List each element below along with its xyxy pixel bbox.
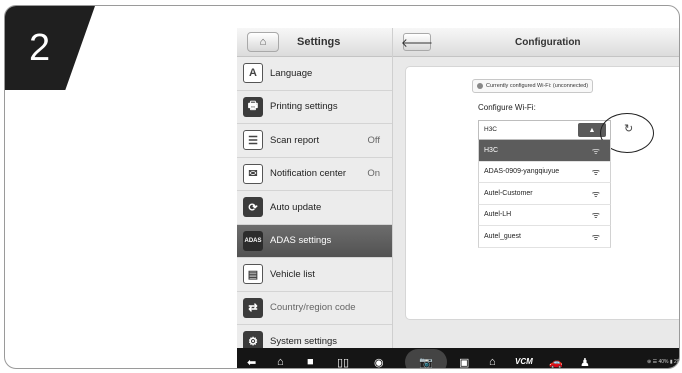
settings-item-label: System settings [270,335,338,347]
wifi-dropdown-list: H3C ᯤ ADAS-0909-yangqiuyue ᯤ Autel-Custo… [478,140,611,248]
settings-item-adas[interactable]: ADAS ADAS settings [237,224,392,258]
refresh-icon[interactable]: ↻ [624,122,633,135]
settings-item-scan-report[interactable]: ☰ Scan report Off [237,124,392,158]
wifi-option-label: H3C [484,146,499,154]
screen-record-icon[interactable]: ▣ [459,356,469,369]
settings-item-label: Notification center [270,168,347,180]
settings-item-value: On [367,168,380,180]
wifi-option[interactable]: Autel-LH ᯤ [478,204,611,226]
wifi-option[interactable]: Autel_guest ᯤ [478,226,611,248]
wifi-signal-icon: ᯤ [591,188,600,199]
settings-item-vehicle-list[interactable]: ▤ Vehicle list [237,258,392,292]
notification-icon: ✉ [243,163,263,184]
back-arrow-icon: 🡐 [400,35,434,50]
wifi-option[interactable]: Autel-Customer ᯤ [478,183,611,205]
settings-header: ⌂ Settings [237,28,392,57]
printer-icon: 🖶 [243,96,263,117]
settings-item-label: Scan report [270,134,320,146]
back-nav-icon[interactable]: ⬅ [247,356,256,369]
user-icon[interactable]: ♟ [580,356,590,369]
update-icon: ⟳ [243,197,263,218]
settings-item-printing[interactable]: 🖶 Printing settings [237,91,392,124]
settings-item-label: Vehicle list [270,268,315,280]
adas-icon: ADAS [243,230,263,251]
settings-item-language[interactable]: A Language [237,57,392,91]
wifi-signal-icon: ᯤ [591,167,600,178]
back-button[interactable]: 🡐 [400,33,434,51]
settings-item-label: ADAS settings [270,235,332,247]
wifi-signal-icon: ᯤ [591,231,600,242]
configuration-panel: 🡐 Configuration Currently configured Wi-… [393,28,679,348]
vehicle-list-icon: ▤ [243,264,263,285]
wifi-option-label: ADAS-0909-yangqiuyue [484,168,560,176]
caret-up-icon: ▲ [588,126,596,134]
wifi-option-label: Autel-Customer [484,189,533,197]
camera-icon: 📷 [419,356,433,369]
home-app-icon[interactable]: ⌂ [489,356,496,368]
settings-panel: ⌂ Settings A Language 🖶 Printing setting… [237,28,393,359]
wifi-config-card: Currently configured Wi-Fi: (unconnected… [405,66,679,320]
tablet-screen: ⌂ Settings A Language 🖶 Printing setting… [237,28,680,369]
camera-button[interactable]: 📷 [405,349,447,369]
report-icon: ☰ [243,130,263,151]
settings-item-auto-update[interactable]: ⟳ Auto update [237,191,392,225]
wifi-status-badge: Currently configured Wi-Fi: (unconnected… [472,79,594,93]
settings-item-notification[interactable]: ✉ Notification center On [237,158,392,191]
language-icon: A [243,63,263,84]
home-nav-icon[interactable]: ⌂ [277,356,284,368]
browser-icon[interactable]: ◉ [374,356,384,369]
screenshot-frame: 2 ⌂ Settings A Language 🖶 Printing setti… [4,5,680,369]
country-code-icon: ⇄ [243,297,263,318]
settings-item-country-code[interactable]: ⇄ Country/region code [237,292,392,325]
wifi-option[interactable]: H3C ᯤ [478,140,611,162]
multi-window-icon[interactable]: ▯▯ [337,356,349,369]
settings-item-value: Off [367,134,381,146]
wifi-option-label: Autel_guest [484,232,521,240]
settings-item-label: Printing settings [270,101,338,113]
settings-title: Settings [297,36,341,48]
android-nav-bar: ⬅ ⌂ ■ ▯▯ ◉ 📷 ▣ ⌂ VCM 🚗 ♟ ⊕ ☰ 40% ▮ 20 [237,348,680,369]
status-dot-icon [477,83,483,89]
wifi-select[interactable]: H3C ▲ [478,120,611,140]
wifi-option[interactable]: ADAS-0909-yangqiuyue ᯤ [478,161,611,183]
vci-icon[interactable]: VCM [515,357,533,366]
home-icon: ⌂ [259,36,267,48]
status-tray: ⊕ ☰ 40% ▮ 20 [647,359,680,365]
settings-item-label: Language [270,67,313,79]
settings-item-label: Auto update [270,201,322,213]
wifi-option-label: Autel-LH [484,211,512,219]
home-button[interactable]: ⌂ [247,32,279,52]
configuration-header: 🡐 Configuration [393,28,679,57]
car-icon[interactable]: 🚗 [549,356,563,369]
configuration-title: Configuration [515,36,581,48]
wifi-signal-icon: ᯤ [591,145,600,156]
wifi-status-text: Currently configured Wi-Fi: (unconnected… [486,83,589,89]
step-number: 2 [5,6,95,90]
recent-apps-icon[interactable]: ■ [307,356,314,368]
wifi-select-value: H3C [484,126,498,133]
wifi-signal-icon: ᯤ [591,210,600,221]
configure-wifi-label: Configure Wi-Fi: [478,103,536,112]
settings-item-label: Country/region code [270,302,356,314]
